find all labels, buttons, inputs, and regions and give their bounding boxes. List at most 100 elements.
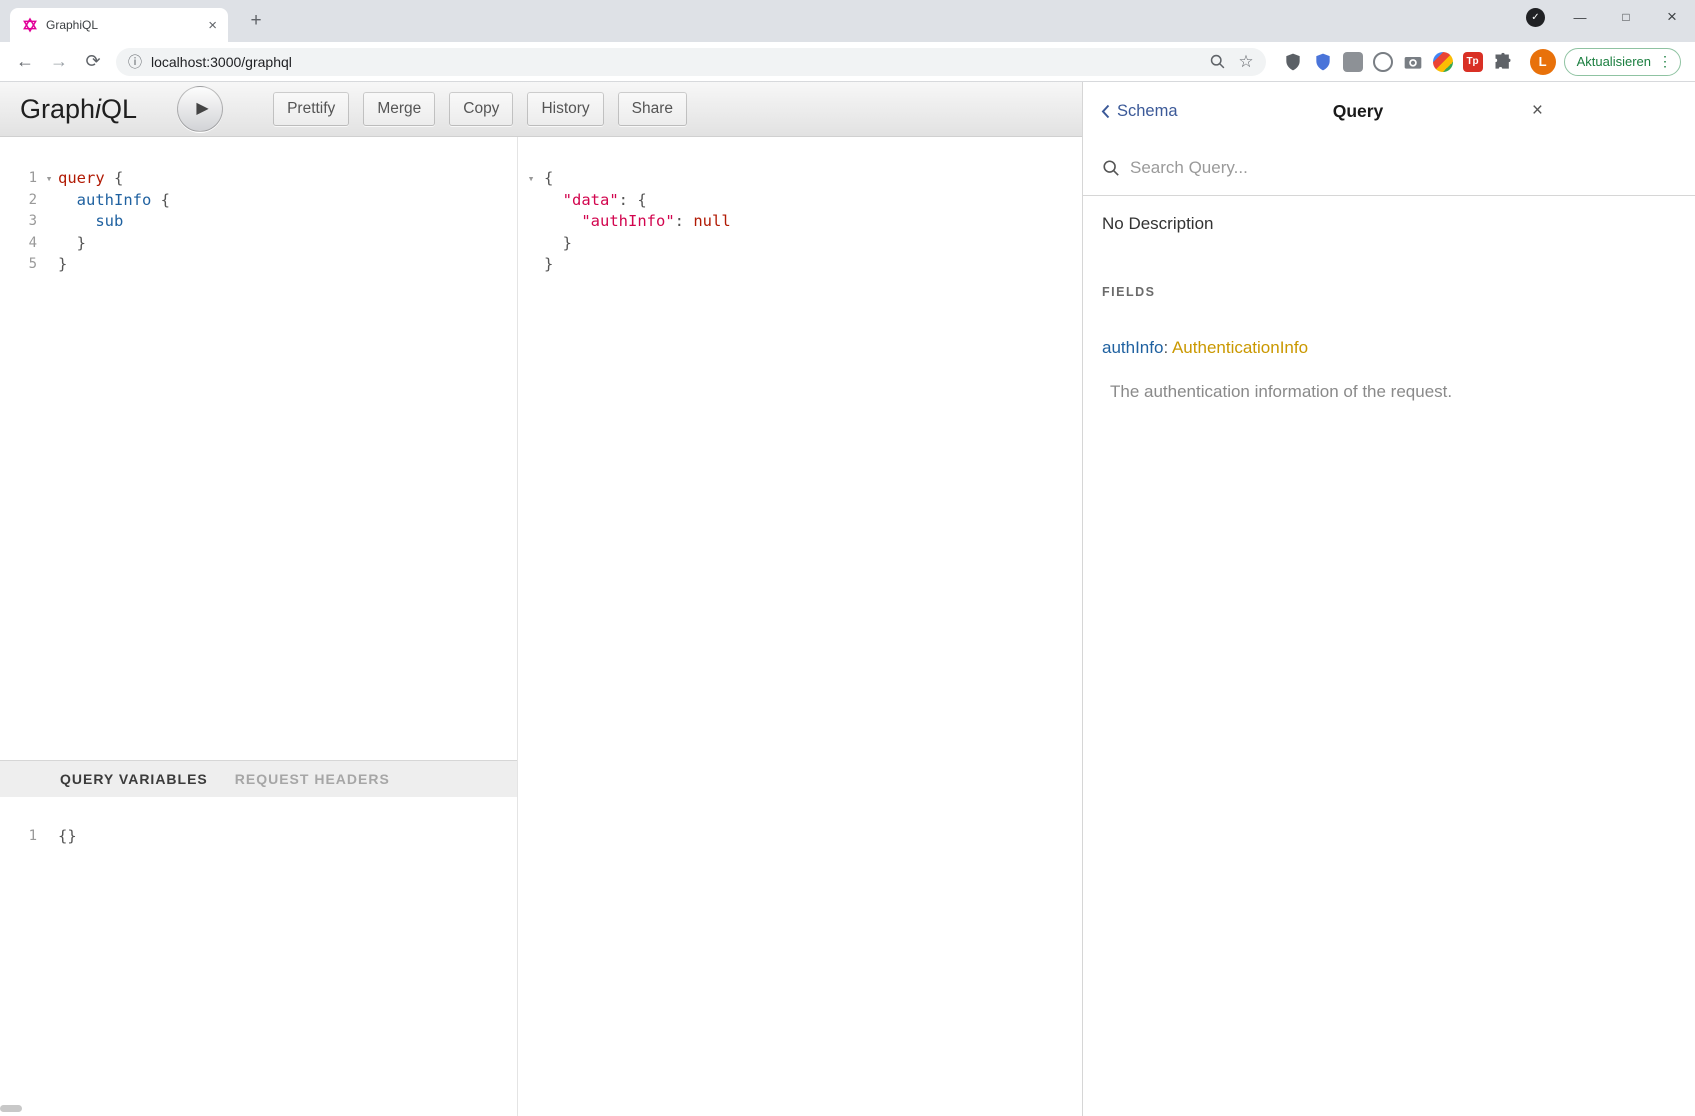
tab-close-icon[interactable]: × (205, 17, 220, 34)
doc-back-link[interactable]: Schema (1101, 102, 1178, 121)
fold-gutter (40, 254, 58, 276)
code-line: 1 ▾ query { (0, 168, 517, 190)
extensions-row: Tp (1278, 48, 1518, 76)
result-line: "data": { (518, 190, 1082, 212)
line-number: 4 (0, 233, 40, 255)
field-separator: : (1163, 338, 1172, 357)
fold-gutter (518, 233, 544, 255)
result-line: ▾ { (518, 168, 1082, 190)
field-row: authInfo: AuthenticationInfo (1102, 338, 1676, 358)
search-icon (1102, 159, 1120, 177)
window-minimize-button[interactable]: — (1557, 0, 1603, 34)
window-close-button[interactable]: × (1649, 0, 1695, 34)
execute-query-button[interactable]: ▶ (177, 86, 223, 132)
fold-gutter (40, 826, 58, 848)
camera-extension-icon[interactable] (1399, 48, 1427, 76)
doc-search-input[interactable] (1130, 158, 1676, 178)
fold-gutter (40, 211, 58, 233)
graphiql-favicon (22, 17, 38, 33)
history-button[interactable]: History (527, 92, 603, 126)
graphiql-left-section: GraphiQL ▶ Prettify Merge Copy History S… (0, 82, 1082, 1116)
query-editor[interactable]: 1 ▾ query { 2 authInfo { 3 sub (0, 137, 517, 760)
page-info-icon[interactable]: ⓘ (128, 52, 142, 72)
fields-heading: FIELDS (1102, 285, 1676, 299)
tp-extension-label: Tp (1466, 56, 1478, 67)
field-name-link[interactable]: authInfo (1102, 338, 1163, 357)
copy-button[interactable]: Copy (449, 92, 513, 126)
query-variables-editor[interactable]: 1 {} (0, 797, 517, 1116)
doc-search-bar (1083, 140, 1695, 196)
code-line: 4 } (0, 233, 517, 255)
window-maximize-button[interactable]: □ (1603, 0, 1649, 34)
browser-update-button[interactable]: Aktualisieren ⋮ (1564, 48, 1681, 76)
fold-gutter (40, 190, 58, 212)
code-text: query { (58, 168, 123, 190)
bookmark-star-icon[interactable]: ☆ (1238, 52, 1253, 72)
window-controls: ✓ — □ × (1526, 0, 1695, 34)
circle-extension-icon[interactable] (1369, 48, 1397, 76)
gray-box-extension-icon[interactable] (1339, 48, 1367, 76)
back-button[interactable]: ← (10, 47, 40, 77)
play-icon: ▶ (191, 101, 208, 117)
graphiql-topbar: GraphiQL ▶ Prettify Merge Copy History S… (0, 82, 1082, 137)
fold-gutter (40, 233, 58, 255)
line-number: 3 (0, 211, 40, 233)
line-number: 1 (0, 826, 40, 848)
horizontal-scrollbar[interactable] (0, 1105, 22, 1112)
doc-close-icon[interactable]: × (1528, 96, 1547, 126)
share-button[interactable]: Share (618, 92, 687, 126)
graphiql-logo: GraphiQL (20, 94, 137, 125)
code-text: { (544, 168, 553, 190)
puzzle-extension-icon[interactable] (1489, 48, 1517, 76)
code-text: {} (58, 826, 77, 848)
variables-tabs-bar: QUERY VARIABLES REQUEST HEADERS (0, 760, 517, 797)
code-line: 2 authInfo { (0, 190, 517, 212)
code-text: } (544, 233, 572, 255)
doc-explorer-title: Query (1183, 101, 1533, 122)
forward-button[interactable]: → (44, 47, 74, 77)
result-line: } (518, 233, 1082, 255)
field-type-link[interactable]: AuthenticationInfo (1172, 338, 1308, 357)
chevron-left-icon (1101, 104, 1110, 119)
result-pane: ▾ { "data": { "authInfo": null } (518, 137, 1082, 1116)
menu-dots-icon: ⋮ (1658, 53, 1672, 70)
code-text: sub (58, 211, 123, 233)
code-line: 5 } (0, 254, 517, 276)
line-number: 1 (0, 168, 40, 190)
line-number: 5 (0, 254, 40, 276)
chrome-status-badge-icon[interactable]: ✓ (1526, 8, 1545, 27)
code-line: 3 sub (0, 211, 517, 233)
graphiql-app: GraphiQL ▶ Prettify Merge Copy History S… (0, 82, 1695, 1116)
url-text[interactable]: localhost:3000/graphql (151, 54, 1197, 70)
query-editor-column: 1 ▾ query { 2 authInfo { 3 sub (0, 137, 518, 1116)
tab-request-headers[interactable]: REQUEST HEADERS (235, 771, 390, 787)
address-bar[interactable]: ⓘ localhost:3000/graphql ☆ (116, 48, 1266, 76)
tp-extension-icon[interactable]: Tp (1459, 48, 1487, 76)
doc-explorer-header: Schema Query × (1083, 82, 1695, 140)
reload-button[interactable]: ⟳ (78, 47, 108, 77)
profile-avatar[interactable]: L (1530, 49, 1556, 75)
code-text: "data": { (544, 190, 647, 212)
fold-arrow-icon[interactable]: ▾ (40, 168, 58, 190)
blue-shield-extension-icon[interactable] (1309, 48, 1337, 76)
merge-button[interactable]: Merge (363, 92, 435, 126)
field-description: The authentication information of the re… (1110, 382, 1676, 402)
colorful-extension-icon[interactable] (1429, 48, 1457, 76)
graphiql-workspace: 1 ▾ query { 2 authInfo { 3 sub (0, 137, 1082, 1116)
doc-back-label: Schema (1117, 102, 1178, 121)
browser-tab[interactable]: GraphiQL × (10, 8, 228, 42)
shield-extension-icon[interactable] (1279, 48, 1307, 76)
code-text: authInfo { (58, 190, 170, 212)
tab-query-variables[interactable]: QUERY VARIABLES (60, 771, 208, 787)
code-text: } (544, 254, 553, 276)
doc-explorer-panel: Schema Query × No Description FIELDS aut… (1082, 82, 1695, 1116)
fold-arrow-icon[interactable]: ▾ (518, 168, 544, 190)
browser-update-label: Aktualisieren (1577, 54, 1651, 69)
result-line: } (518, 254, 1082, 276)
result-line: "authInfo": null (518, 211, 1082, 233)
fold-gutter (518, 190, 544, 212)
zoom-icon[interactable] (1209, 53, 1226, 70)
prettify-button[interactable]: Prettify (273, 92, 349, 126)
tab-title: GraphiQL (46, 18, 205, 32)
new-tab-button[interactable]: + (244, 10, 268, 34)
